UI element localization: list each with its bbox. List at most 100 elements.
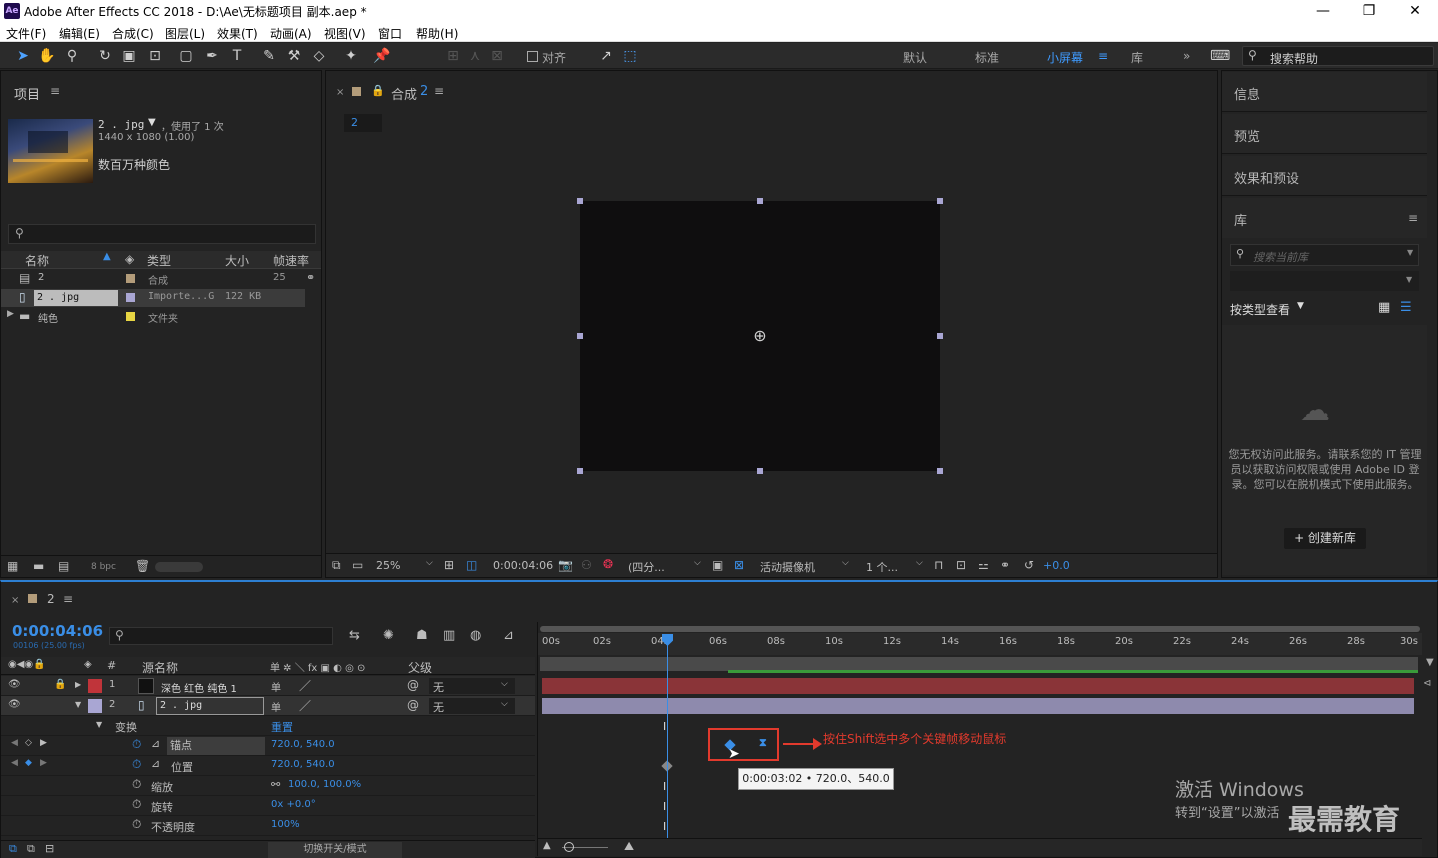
timeline-tab-name[interactable]: 2 — [47, 592, 55, 606]
stopwatch-icon[interactable]: ⏱ — [132, 817, 141, 832]
camera-select[interactable]: 活动摄像机 — [760, 559, 815, 575]
type-tool-icon[interactable]: T — [228, 47, 246, 65]
quality-switch-icon[interactable]: ／ — [299, 677, 311, 694]
av-features-icons[interactable]: ◉◀◉🔒 — [8, 659, 46, 670]
brush-tool-icon[interactable]: ✎ — [260, 47, 278, 65]
camera-dropdown-icon[interactable]: ⌵ — [842, 558, 849, 568]
panel-menu-icon[interactable]: ≡ — [63, 592, 73, 606]
workspace-default[interactable]: 默认 — [903, 49, 927, 66]
roto-brush-tool-icon[interactable]: ✦ — [342, 47, 360, 65]
in-out-icon[interactable]: ⊟ — [45, 842, 54, 855]
zoom-in-icon[interactable]: ⛰ — [624, 839, 634, 854]
project-item-folder[interactable]: ▶ ▬ 纯色 文件夹 — [1, 308, 321, 326]
property-value[interactable]: 720.0, 540.0 — [271, 759, 335, 770]
selected-keyframe[interactable]: ⧗ — [759, 736, 767, 750]
transform-handle[interactable] — [937, 198, 943, 204]
eye-icon[interactable]: 👁 — [8, 679, 21, 690]
new-comp-icon[interactable]: ▤ — [58, 559, 69, 573]
toggle-switches-modes[interactable]: 切换开关/模式 — [268, 842, 402, 858]
sort-up-icon[interactable]: ▲ — [103, 251, 111, 262]
transform-handle[interactable] — [577, 468, 583, 474]
hand-tool-icon[interactable]: ✋ — [38, 47, 56, 65]
next-keyframe-icon[interactable]: ▶ — [40, 758, 47, 768]
stopwatch-icon[interactable]: ⏱ — [132, 797, 141, 812]
transform-handle[interactable] — [937, 468, 943, 474]
axis-local-icon[interactable]: ⊞ — [444, 47, 462, 65]
info-panel-header[interactable]: 信息 — [1222, 72, 1427, 112]
project-item-footage[interactable]: ▯ 2 . jpg Importe...G 122 KB — [1, 289, 305, 307]
graph-icon[interactable]: ⊿ — [151, 757, 160, 770]
collapse-arrow-icon[interactable]: ▼ — [96, 720, 102, 729]
pick-whip-icon[interactable]: @ — [407, 678, 419, 692]
workspace-library[interactable]: 库 — [1131, 49, 1143, 66]
add-keyframe-icon[interactable]: ◇ — [25, 738, 32, 748]
camera-tool-icon[interactable]: ▣ — [120, 47, 138, 65]
region-of-interest-icon[interactable]: ▣ — [712, 558, 723, 572]
axis-view-icon[interactable]: ⊠ — [488, 47, 506, 65]
new-folder-icon[interactable]: ▬ — [33, 559, 44, 573]
layer-row[interactable]: 👁 ▼ 2 ▯ 2 . jpg 单 ／ @ 无 ⌵ — [1, 696, 535, 716]
stopwatch-icon[interactable]: ⏱ — [132, 737, 141, 752]
menu-file[interactable]: 文件(F) — [6, 25, 46, 42]
col-source-name[interactable]: 源名称 — [142, 659, 178, 676]
viewer-tab-label[interactable]: 合成 — [391, 84, 417, 103]
playhead-line[interactable] — [667, 636, 668, 856]
menu-composition[interactable]: 合成(C) — [112, 25, 154, 42]
grid-guide-icon[interactable]: ⊞ — [444, 558, 454, 572]
label-color-swatch[interactable] — [126, 293, 135, 302]
close-tab-icon[interactable]: × — [336, 87, 344, 98]
property-row-scale[interactable]: ⏱ 缩放 ⚯ 100.0, 100.0% — [1, 776, 535, 796]
viewer-timecode[interactable]: 0:00:04:06 — [493, 559, 553, 572]
dropdown-icon[interactable]: ▼ — [1406, 275, 1412, 284]
clone-stamp-tool-icon[interactable]: ⚒ — [285, 47, 303, 65]
bit-depth[interactable]: 8 bpc — [91, 562, 116, 572]
workspace-menu-icon[interactable]: ≡ — [1098, 49, 1108, 63]
modes-icon[interactable]: ⧉ — [27, 842, 35, 856]
draft-3d-icon[interactable]: ✺ — [383, 628, 394, 643]
col-switches[interactable]: 单 ✲ ＼ fx ▣ ◐ ◎ ⊙ — [270, 659, 365, 674]
comp-breadcrumb[interactable]: 2 — [344, 114, 382, 132]
viewer-canvas[interactable]: ⊕ — [326, 137, 1217, 549]
thumb-dropdown-icon[interactable]: ▼ — [148, 117, 156, 128]
close-tab-icon[interactable]: × — [11, 595, 19, 606]
label-tag-icon[interactable]: ◈ — [84, 659, 92, 670]
property-value[interactable]: 720.0, 540.0 — [271, 739, 335, 750]
property-row-rotation[interactable]: ⏱ 旋转 0x +0.0° — [1, 796, 535, 816]
keyframe-marker[interactable]: I — [663, 720, 666, 733]
axis-world-icon[interactable]: ⋏ — [466, 47, 484, 65]
library-panel-header[interactable]: 库 — [1222, 198, 1427, 238]
col-name[interactable]: 名称 — [25, 252, 49, 269]
resolution-select[interactable]: (四分... — [628, 559, 665, 575]
dropdown-icon[interactable]: ▼ — [1407, 248, 1413, 257]
list-view-icon[interactable]: ☰ — [1400, 300, 1412, 315]
col-fps[interactable]: 帧速率 — [273, 252, 309, 269]
shy-switch-icon[interactable]: 单 — [271, 679, 281, 694]
property-value[interactable]: 100.0, 100.0% — [288, 779, 361, 790]
col-number[interactable]: # — [107, 659, 116, 672]
layer-name[interactable]: 2 . jpg — [156, 697, 264, 715]
keyframe-marker[interactable]: I — [663, 800, 666, 813]
motion-blur-icon[interactable]: ◍ — [470, 628, 481, 643]
property-value[interactable]: 0x +0.0° — [271, 799, 316, 810]
grid-view-icon[interactable]: ▦ — [1378, 300, 1390, 315]
col-type[interactable]: 类型 — [147, 252, 171, 269]
snap-checkbox[interactable] — [527, 51, 538, 62]
search-help-box[interactable]: ⚲ 搜索帮助 — [1242, 46, 1434, 66]
menu-help[interactable]: 帮助(H) — [416, 25, 458, 42]
workspace-more[interactable]: » — [1183, 49, 1190, 63]
resolution-dropdown-icon[interactable]: ⌵ — [694, 558, 701, 568]
property-row-position[interactable]: ◀ ◆ ▶ ⏱ ⊿ 位置 720.0, 540.0 — [1, 756, 535, 776]
workspace-standard[interactable]: 标准 — [975, 49, 999, 66]
pen-tool-icon[interactable]: ✒ — [203, 47, 221, 65]
trash-icon[interactable]: 🗑 — [135, 559, 150, 573]
quality-switch-icon[interactable]: ／ — [299, 697, 311, 714]
transform-handle[interactable] — [937, 333, 943, 339]
parent-select[interactable]: 无 ⌵ — [429, 698, 515, 714]
panel-menu-icon[interactable]: ≡ — [434, 84, 444, 98]
zoom-dropdown-icon[interactable]: ⌵ — [426, 558, 433, 568]
show-snapshot-icon[interactable]: ⚇ — [581, 558, 592, 572]
effects-panel-header[interactable]: 效果和预设 — [1222, 156, 1427, 196]
reset-exposure-icon[interactable]: ↺ — [1024, 558, 1034, 572]
snap-feature-icon[interactable]: ⬚ — [621, 47, 639, 65]
work-area-bar[interactable] — [540, 626, 1420, 632]
